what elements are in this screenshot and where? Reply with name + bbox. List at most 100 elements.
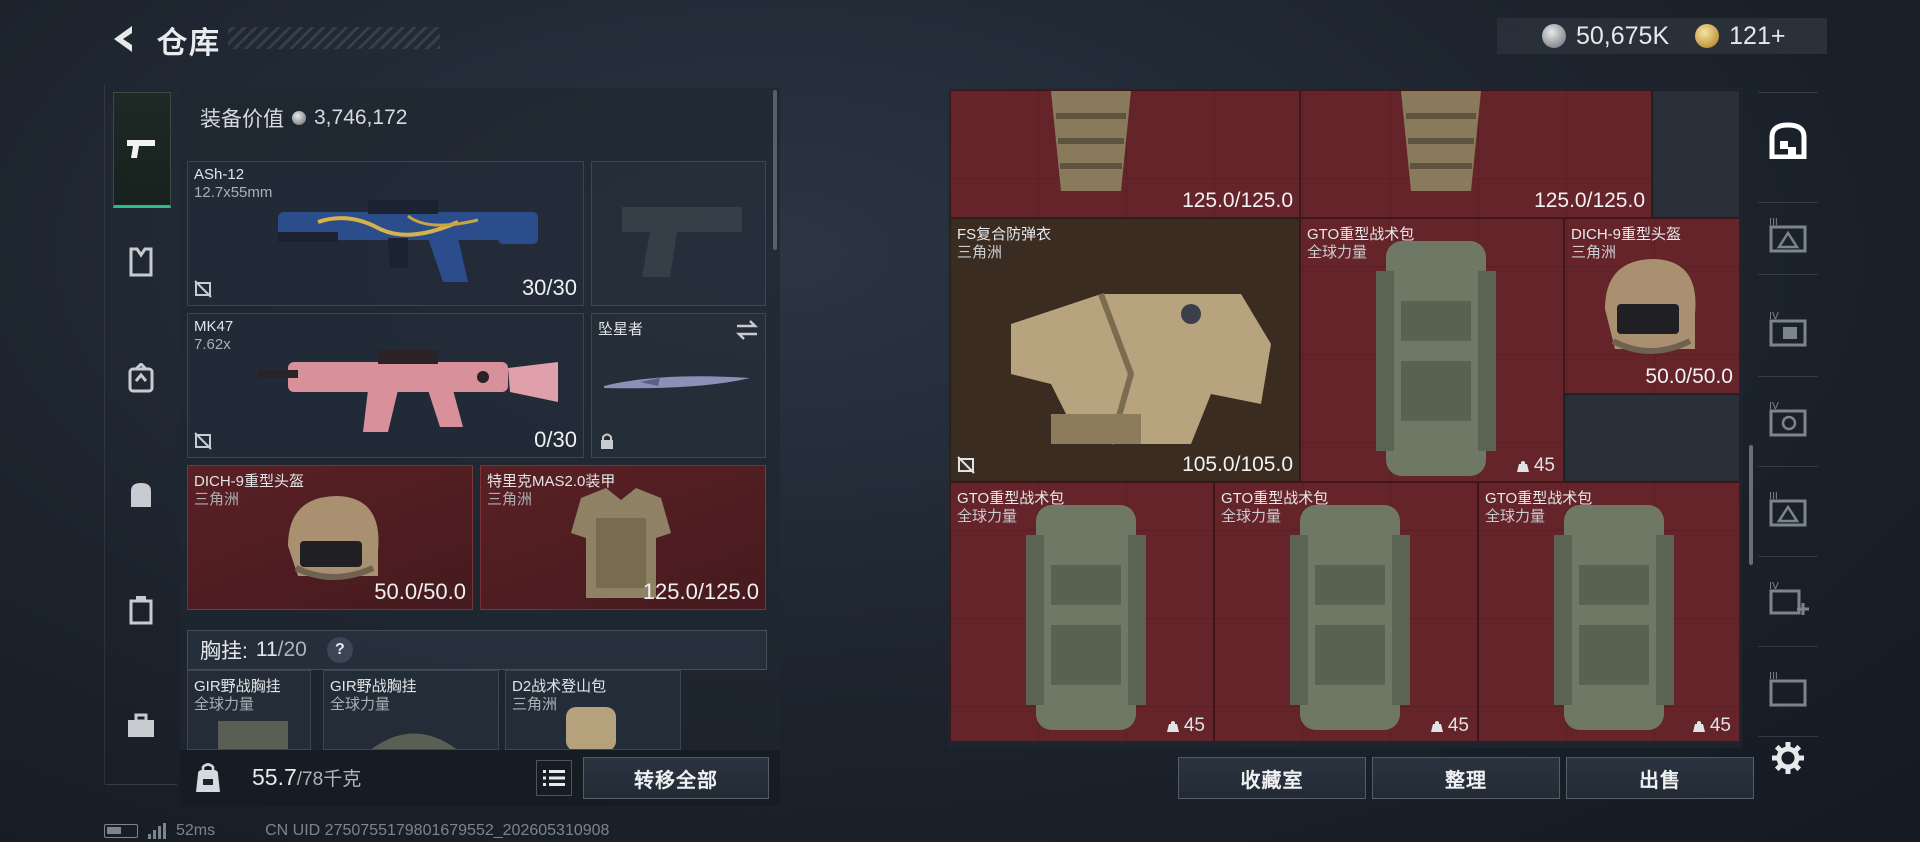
rifle-image [278,200,538,282]
rig-item[interactable]: GIR野战胸挂 全球力量 [323,670,499,750]
tab-container-4[interactable]: III [1758,478,1818,538]
tab-case[interactable] [113,698,169,754]
rig-item[interactable]: GIR野战胸挂 全球力量 [187,670,311,750]
swap-icon[interactable] [735,320,759,340]
tab-container-1[interactable]: III [1758,204,1818,264]
rig-label: 胸挂: [200,640,248,663]
weapon-name: ASh-12 [194,166,245,183]
organize-button[interactable]: 整理 [1372,757,1560,799]
tab-container-2[interactable]: IV [1758,298,1818,358]
knife-image [604,376,750,389]
weapon-ammo: 7.62x [194,336,231,353]
page-title: 仓库 [157,27,221,60]
vest-icon [129,247,153,277]
pistol-icon [127,140,155,158]
container-icon: III [1769,217,1807,253]
chest-rig-icon [128,363,154,393]
rig-item[interactable]: D2战术登山包 三角洲 [505,670,681,750]
weight-icon [1166,721,1179,732]
list-view-button[interactable] [536,760,572,796]
primary-weapon-slot[interactable]: ASh-12 12.7x55mm 30/30 [187,161,584,306]
gear-icon [1772,742,1804,774]
container-icon: IV [1769,401,1807,437]
pistol-placeholder-icon [622,207,742,277]
category-rail [104,84,177,785]
empty-cell[interactable] [1652,90,1740,218]
no-insurance-icon [194,432,212,450]
storage-item[interactable]: GTO重型战术包 全球力量 45 [1300,218,1564,482]
transfer-all-button[interactable]: 转移全部 [583,757,769,799]
tab-pouch[interactable] [113,582,169,638]
ammo-count: 30/30 [521,275,577,300]
back-button[interactable] [100,18,146,60]
weapon-name: MK47 [194,318,234,335]
item-count: 45 [1692,715,1731,737]
container-icon: III [1769,671,1807,707]
backpack-image [1026,505,1146,730]
lock-icon [601,433,613,449]
weight-icon [1692,721,1705,732]
storage-item[interactable]: DICH-9重型头盔 三角洲 50.0/50.0 [1564,218,1740,394]
item-count: 45 [1430,715,1469,737]
storage-item[interactable]: GTO重型战术包 全球力量 45 [950,482,1214,742]
currency-bar: 50,675K 121+ [1497,18,1827,54]
durability: 125.0/125.0 [1534,189,1645,212]
weight-icon [1430,721,1443,732]
backpack-image [1290,505,1410,730]
settings-button[interactable] [1758,728,1818,788]
storage-item[interactable]: 125.0/125.0 [1300,90,1652,218]
melee-name: 坠星者 [598,321,644,338]
empty-cell[interactable] [1564,394,1740,482]
item-count: 45 [1516,455,1555,477]
container-icon: IV [1769,311,1807,347]
tab-container-5[interactable]: IV [1758,568,1818,628]
storage-item[interactable]: GTO重型战术包 全球力量 45 [1214,482,1478,742]
medical-container-icon: IV [1769,581,1809,615]
durability: 125.0/125.0 [1182,189,1293,212]
backpack-image [1376,241,1496,476]
storage-item[interactable]: GTO重型战术包 全球力量 45 [1478,482,1740,742]
melee-slot[interactable]: 坠星者 [591,313,766,458]
battery-icon [104,824,138,838]
backpack-image [1554,505,1674,730]
durability: 125.0/125.0 [642,579,759,604]
armor-slot[interactable]: 特里克MAS2.0装甲 三角洲 125.0/125.0 [480,465,766,610]
durability: 50.0/50.0 [1645,365,1733,388]
backpack-icon [131,483,151,507]
weight-icon [1516,461,1529,472]
help-icon[interactable]: ? [326,637,353,663]
gold-amount[interactable]: 121+ [1729,22,1785,51]
tab-weapons[interactable] [113,92,171,208]
durability: 50.0/50.0 [374,579,466,604]
silver-amount: 50,675K [1576,21,1670,50]
silver-coin-icon [1542,24,1566,48]
tab-backpack[interactable] [113,466,169,522]
helmet-slot[interactable]: DICH-9重型头盔 三角洲 50.0/50.0 [187,465,473,610]
ping-value: 52ms [176,822,216,839]
tab-rig[interactable] [113,350,169,406]
tab-container-6[interactable]: III [1758,658,1818,718]
storage-item[interactable]: FS复合防弹衣 三角洲 105.0/105.0 [950,218,1300,482]
sidearm-slot[interactable] [591,161,766,306]
carry-weight: 55.7/78千克 [252,764,362,790]
item-count: 45 [1166,715,1205,737]
storage-tabs: III IV IV III IV III [1752,88,1824,788]
collection-room-button[interactable]: 收藏室 [1178,757,1366,799]
weight-bag-icon [196,763,220,792]
storage-item[interactable]: 125.0/125.0 [950,90,1300,218]
tab-container-3[interactable]: IV [1758,388,1818,448]
secondary-weapon-slot[interactable]: MK47 7.62x 0/30 [187,313,584,458]
tab-armor[interactable] [113,234,169,290]
pouch-icon [129,596,153,625]
user-uid: CN UID 2750755179801679552_202605310908 [265,822,610,839]
equipment-value-amount: 3,746,172 [314,106,408,129]
tab-storage-main[interactable] [1758,110,1818,170]
briefcase-icon [128,713,154,737]
body-armor-image [1011,292,1271,445]
chest-rig-image [371,733,457,749]
list-icon [543,770,565,786]
chest-rig-image [218,721,288,749]
loadout-scrollbar[interactable] [773,90,777,250]
sell-button[interactable]: 出售 [1566,757,1754,799]
backpack-image [566,707,616,749]
